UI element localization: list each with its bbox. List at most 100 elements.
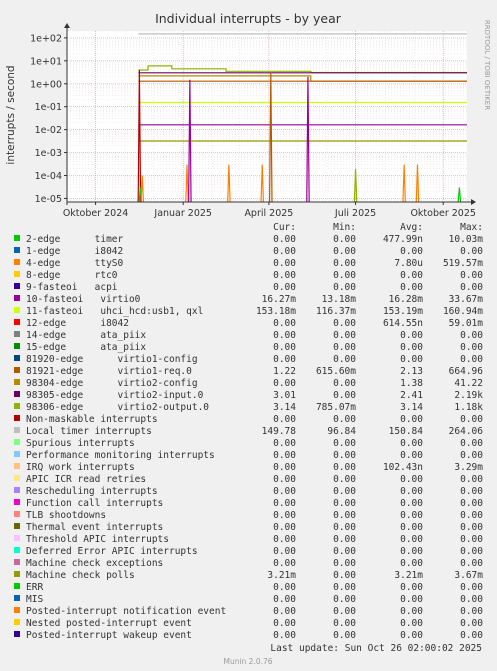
legend-series-name: 4-edge ttyS0 <box>26 258 124 269</box>
legend-value: 0.00 <box>400 438 423 449</box>
legend-value: 0.00 <box>400 618 423 629</box>
legend-value: 0.00 <box>400 342 423 353</box>
legend-swatch <box>14 535 20 541</box>
legend-swatch <box>14 247 20 253</box>
legend-value: 0.00 <box>333 546 356 557</box>
legend-value: 0.00 <box>400 246 423 257</box>
legend-swatch <box>14 403 20 409</box>
legend-value: 3.29m <box>454 462 483 473</box>
legend-value: 0.00 <box>460 594 483 605</box>
legend-swatch <box>14 583 20 589</box>
legend-value: 0.00 <box>273 282 296 293</box>
legend-value: 3.14 <box>273 402 296 413</box>
legend-series-name: 14-edge ata_piix <box>26 330 146 341</box>
legend-value: 0.00 <box>460 546 483 557</box>
legend-value: 10.03m <box>449 234 484 245</box>
legend-value: 477.99n <box>383 234 423 245</box>
legend-swatch <box>14 415 20 421</box>
legend-series-name: Machine check polls <box>26 570 135 581</box>
legend-value: 0.00 <box>333 582 356 593</box>
legend-series-name: Rescheduling interrupts <box>26 486 158 497</box>
legend-swatch <box>14 571 20 577</box>
legend-value: 0.00 <box>333 438 356 449</box>
legend-value: 0.00 <box>273 234 296 245</box>
legend-series-name: 1-edge i8042 <box>26 246 123 257</box>
legend-value: 0.00 <box>400 606 423 617</box>
legend-series-name: Function call interrupts <box>26 498 163 509</box>
legend-series-name: Threshold APIC interrupts <box>26 534 169 545</box>
legend-value: 1.18k <box>454 402 483 413</box>
legend-value: 2.41 <box>400 390 423 401</box>
y-tick-label: 1e+00 <box>30 79 62 90</box>
legend-value: 149.78 <box>262 426 297 437</box>
legend-swatch <box>14 319 20 325</box>
y-tick-label: 1e-04 <box>35 171 62 182</box>
legend-value: 0.00 <box>273 630 296 641</box>
legend-swatch <box>14 547 20 553</box>
legend-swatch <box>14 631 20 637</box>
y-tick-label: 1e-03 <box>35 148 62 159</box>
legend-value: 41.22 <box>454 378 483 389</box>
legend-swatch <box>14 355 20 361</box>
legend-value: 0.00 <box>273 498 296 509</box>
x-tick-label: Oktober 2025 <box>410 208 476 219</box>
x-tick-label: Juli 2025 <box>334 208 376 219</box>
legend-value: 0.00 <box>333 414 356 425</box>
legend-value: 0.00 <box>333 498 356 509</box>
legend-value: 3.21m <box>394 570 423 581</box>
legend-value: 0.00 <box>333 534 356 545</box>
legend-series-name: TLB shootdowns <box>26 510 106 521</box>
legend-swatch <box>14 439 20 445</box>
legend-series-name: 8-edge rtc0 <box>26 270 118 281</box>
legend-swatch <box>14 379 20 385</box>
legend-value: 0.00 <box>400 270 423 281</box>
legend-swatch <box>14 283 20 289</box>
legend-series-name: ERR <box>26 582 43 593</box>
legend-swatch <box>14 331 20 337</box>
legend-value: 0.00 <box>400 582 423 593</box>
legend-swatch <box>14 499 20 505</box>
legend-swatch <box>14 463 20 469</box>
legend-value: 0.00 <box>333 486 356 497</box>
legend-value: 0.00 <box>273 318 296 329</box>
legend-value: 0.00 <box>333 474 356 485</box>
legend-swatch <box>14 391 20 397</box>
legend-value: 0.00 <box>273 258 296 269</box>
legend-value: 0.00 <box>400 594 423 605</box>
legend-series-name: 98306-edge virtio2-output.0 <box>26 402 209 413</box>
legend-series-name: 9-fasteoi acpi <box>26 282 118 293</box>
y-axis-label: interrupts / second <box>5 65 17 164</box>
legend-series-name: 12-edge i8042 <box>26 318 129 329</box>
legend-value: 0.00 <box>273 510 296 521</box>
legend-value: 2.19k <box>454 390 483 401</box>
legend-value: 7.80u <box>394 258 423 269</box>
legend-value: 0.00 <box>333 390 356 401</box>
legend-value: 0.00 <box>460 630 483 641</box>
legend-series-name: 11-fasteoi uhci_hcd:usb1, qxl <box>26 306 203 317</box>
legend-series-name: Performance monitoring interrupts <box>26 450 215 461</box>
legend-series-name: Posted-interrupt wakeup event <box>26 630 192 641</box>
legend-series-name: Machine check exceptions <box>26 558 163 569</box>
legend-value: 0.00 <box>460 282 483 293</box>
legend-value: 0.00 <box>273 618 296 629</box>
legend-value: 0.00 <box>333 522 356 533</box>
legend-value: 0.00 <box>460 438 483 449</box>
legend-value: 614.55n <box>383 318 423 329</box>
legend-value: 615.60m <box>316 366 356 377</box>
legend-value: 0.00 <box>460 246 483 257</box>
legend-series-name: 81921-edge virtio1-req.0 <box>26 366 192 377</box>
legend-series-name: Posted-interrupt notification event <box>26 606 226 617</box>
legend-value: 0.00 <box>273 546 296 557</box>
legend-swatch <box>14 271 20 277</box>
legend-value: 0.00 <box>460 606 483 617</box>
legend-value: 0.00 <box>333 558 356 569</box>
legend-value: 0.00 <box>333 378 356 389</box>
legend-value: 0.00 <box>400 354 423 365</box>
legend-value: 0.00 <box>273 450 296 461</box>
legend-value: 116.37m <box>316 306 356 317</box>
legend-value: 3.14 <box>400 402 423 413</box>
legend-value: 0.00 <box>400 450 423 461</box>
legend-value: 0.00 <box>400 546 423 557</box>
y-tick-label: 1e+01 <box>30 56 62 67</box>
legend-value: 0.00 <box>333 570 356 581</box>
